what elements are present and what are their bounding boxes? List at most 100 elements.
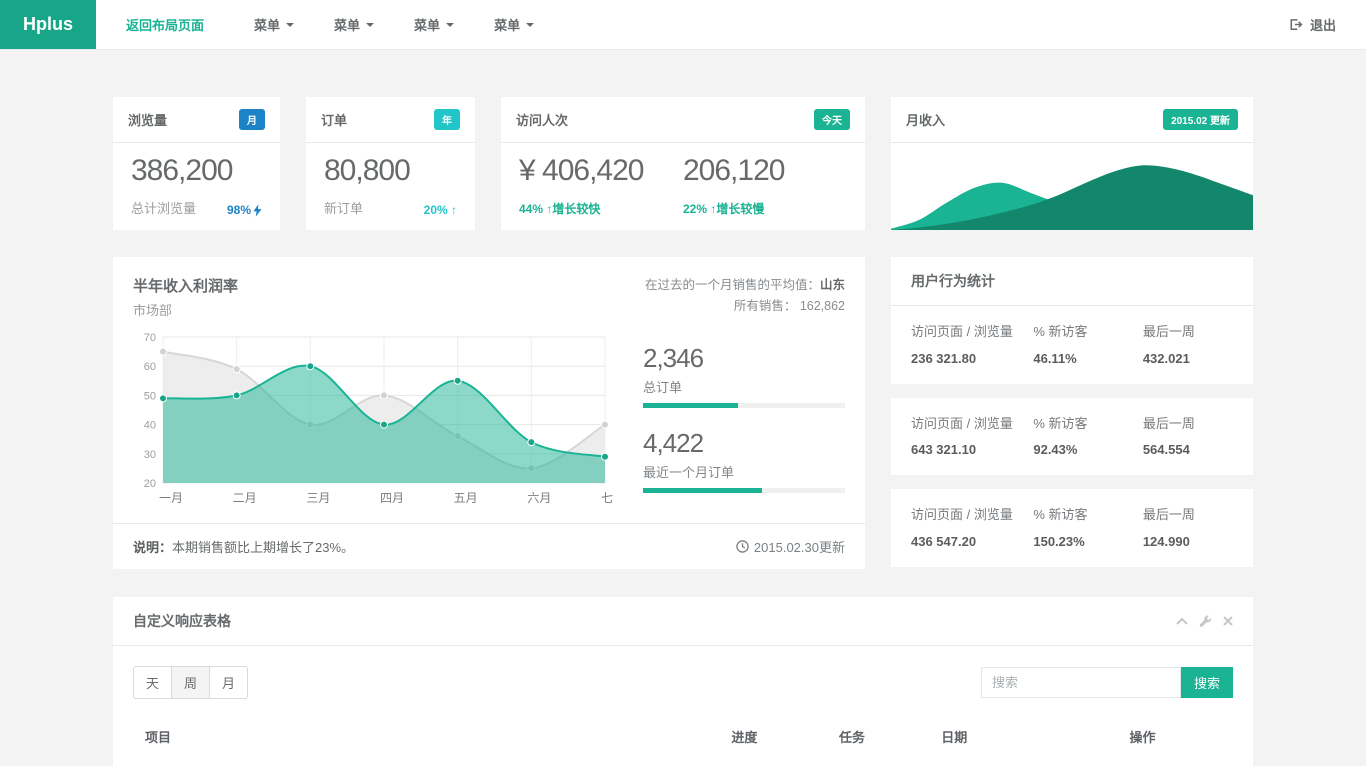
stat-label: 新订单 [324, 198, 363, 217]
stat-note-fast: 44% ↑增长较快 [519, 200, 683, 217]
stat-extra-value: 20% ↑ [424, 203, 457, 217]
month-orders-label: 最近一个月订单 [643, 462, 845, 481]
total-orders-label: 总订单 [643, 377, 845, 396]
updated-text: 2015.02.30更新 [754, 537, 845, 556]
main-nav: 返回布局页面 菜单 菜单 菜单 菜单 [96, 0, 554, 49]
range-button-group: 天 周 月 [133, 666, 248, 699]
stat-value: 564.554 [1143, 442, 1233, 457]
table-search: 搜索 [981, 667, 1233, 698]
month-orders-progress [643, 488, 845, 493]
svg-text:四月: 四月 [380, 491, 404, 505]
svg-text:20: 20 [144, 478, 156, 490]
stat-value-revenue: ¥ 406,420 [519, 156, 683, 186]
table-header-project: 项目 [145, 727, 731, 746]
stat-value: 386,200 [131, 156, 262, 186]
stat-label: % 新访客 [1033, 505, 1142, 525]
stat-cards-row: 浏览量 月 386,200 总计浏览量 98% 订单 年 80,800 新订单 [113, 97, 1253, 230]
stat-value: 92.43% [1033, 442, 1142, 457]
logout-button[interactable]: 退出 [1288, 0, 1366, 49]
stat-extra-value: 98% [227, 203, 251, 217]
range-button-day[interactable]: 天 [133, 666, 172, 699]
total-orders-progress [643, 403, 845, 408]
updated-badge: 2015.02 更新 [1163, 109, 1238, 130]
svg-text:二月: 二月 [233, 491, 257, 505]
stat-label: 访问页面 / 浏览量 [911, 414, 1033, 434]
stat-value-visits: 206,120 [683, 156, 847, 186]
profit-chart: 203040506070一月二月三月四月五月六月七月 [133, 329, 613, 509]
stat-card-visits: 访问人次 今天 ¥ 406,420 44% ↑增长较快 206,120 22% … [501, 97, 865, 230]
svg-text:40: 40 [144, 420, 156, 432]
stat-value: 150.23% [1033, 534, 1142, 549]
svg-text:70: 70 [144, 332, 156, 344]
nav-menu-2[interactable]: 菜单 [320, 0, 388, 49]
table-header-date: 日期 [941, 727, 1129, 746]
card-title: 月收入 [906, 110, 945, 129]
search-button[interactable]: 搜索 [1181, 667, 1233, 698]
page-container: 浏览量 月 386,200 总计浏览量 98% 订单 年 80,800 新订单 [113, 50, 1253, 766]
profit-footer-note: 说明：本期销售额比上期增长了23%。 [133, 537, 354, 556]
summary-strong: 山东 [820, 278, 845, 292]
user-stats-title: 用户行为统计 [891, 257, 1253, 306]
stat-note-slow: 22% ↑增长较慢 [683, 200, 847, 217]
period-badge: 年 [434, 109, 460, 130]
svg-text:30: 30 [144, 449, 156, 461]
caret-down-icon [446, 23, 454, 27]
svg-text:50: 50 [144, 390, 156, 402]
stat-card-views: 浏览量 月 386,200 总计浏览量 98% [113, 97, 280, 230]
svg-text:60: 60 [144, 361, 156, 373]
brand-logo[interactable]: Hplus [0, 0, 96, 49]
card-title: 浏览量 [128, 110, 167, 129]
summary-label: 所有销售： [734, 299, 797, 313]
footer-note-text: 本期销售额比上期增长了23%。 [172, 540, 354, 555]
svg-text:五月: 五月 [454, 491, 478, 505]
total-orders-value: 2,346 [643, 343, 845, 374]
profit-card: 半年收入利润率 市场部 在过去的一个月销售的平均值：山东 所有销售： 162,8… [113, 257, 865, 569]
nav-menu-4[interactable]: 菜单 [480, 0, 548, 49]
table-header-action: 操作 [1130, 727, 1221, 746]
user-stats-card: 用户行为统计 访问页面 / 浏览量236 321.80 % 新访客46.11% … [891, 257, 1253, 567]
table-header-progress: 进度 [731, 727, 839, 746]
nav-menu-1[interactable]: 菜单 [240, 0, 308, 49]
ibox-tools [1176, 615, 1233, 628]
stat-label: 访问页面 / 浏览量 [911, 322, 1033, 342]
bolt-icon [253, 204, 262, 217]
middle-row: 半年收入利润率 市场部 在过去的一个月销售的平均值：山东 所有销售： 162,8… [113, 257, 1253, 569]
stat-value: 236 321.80 [911, 351, 1033, 366]
profit-summary: 在过去的一个月销售的平均值：山东 所有销售： 162,862 [645, 275, 845, 319]
nav-menu-label: 菜单 [494, 15, 520, 34]
stat-value: 46.11% [1033, 351, 1142, 366]
table-header-task: 任务 [839, 727, 941, 746]
back-to-layout-link[interactable]: 返回布局页面 [102, 0, 228, 49]
range-button-week[interactable]: 周 [171, 666, 210, 699]
close-icon[interactable] [1223, 616, 1233, 626]
stat-card-orders: 订单 年 80,800 新订单 20% ↑ [306, 97, 475, 230]
clock-icon [736, 540, 749, 553]
user-stats-row: 访问页面 / 浏览量236 321.80 % 新访客46.11% 最后一周432… [891, 306, 1253, 384]
stat-value: 80,800 [324, 156, 457, 186]
table-header-row: 项目 进度 任务 日期 操作 [133, 719, 1233, 754]
svg-text:六月: 六月 [527, 491, 551, 505]
logout-label: 退出 [1310, 15, 1336, 34]
range-button-month[interactable]: 月 [209, 666, 248, 699]
stat-value: 432.021 [1143, 351, 1233, 366]
summary-value: 162,862 [800, 299, 845, 313]
top-navbar: Hplus 返回布局页面 菜单 菜单 菜单 菜单 退出 [0, 0, 1366, 50]
caret-down-icon [526, 23, 534, 27]
svg-text:一月: 一月 [159, 491, 183, 505]
wrench-icon[interactable] [1199, 615, 1212, 628]
income-chart [891, 143, 1253, 230]
period-badge: 月 [239, 109, 265, 130]
collapse-icon[interactable] [1176, 617, 1188, 625]
card-title: 订单 [321, 110, 347, 129]
stat-label: % 新访客 [1033, 322, 1142, 342]
profit-subtitle: 市场部 [133, 300, 238, 319]
order-stats: 2,346 总订单 4,422 最近一个月订单 [643, 329, 845, 513]
svg-text:三月: 三月 [306, 491, 330, 505]
stat-label: 最后一周 [1143, 505, 1233, 525]
search-input[interactable] [981, 667, 1181, 698]
nav-menu-label: 菜单 [334, 15, 360, 34]
nav-menu-label: 菜单 [414, 15, 440, 34]
nav-menu-3[interactable]: 菜单 [400, 0, 468, 49]
stat-label: % 新访客 [1033, 414, 1142, 434]
month-orders-value: 4,422 [643, 428, 845, 459]
